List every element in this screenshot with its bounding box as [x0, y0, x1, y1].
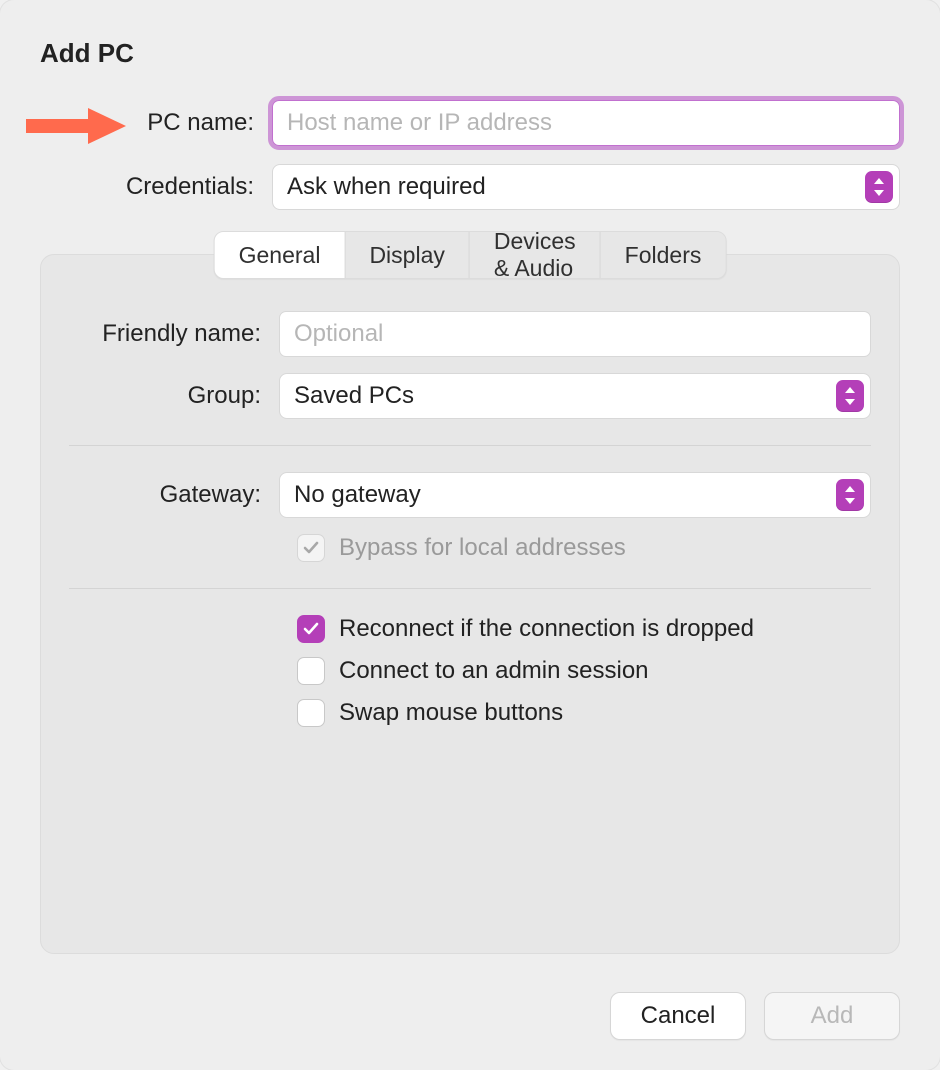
- tab-general[interactable]: General: [215, 232, 346, 278]
- reconnect-label: Reconnect if the connection is dropped: [339, 615, 754, 643]
- tab-display[interactable]: Display: [345, 232, 469, 278]
- bypass-label: Bypass for local addresses: [339, 534, 626, 562]
- cancel-button[interactable]: Cancel: [610, 992, 746, 1040]
- dialog-title: Add PC: [40, 38, 134, 69]
- friendly-name-label: Friendly name:: [69, 320, 279, 348]
- pc-name-label: PC name:: [40, 109, 272, 137]
- pc-name-input[interactable]: [272, 100, 900, 146]
- updown-icon: [836, 380, 864, 412]
- gateway-label: Gateway:: [69, 481, 279, 509]
- swap-mouse-label: Swap mouse buttons: [339, 699, 563, 727]
- updown-icon: [836, 479, 864, 511]
- add-button[interactable]: Add: [764, 992, 900, 1040]
- dialog-footer: Cancel Add: [610, 992, 900, 1040]
- admin-session-checkbox[interactable]: [297, 657, 325, 685]
- divider: [69, 588, 871, 589]
- divider: [69, 445, 871, 446]
- admin-session-label: Connect to an admin session: [339, 657, 649, 685]
- gateway-select[interactable]: No gateway: [279, 472, 871, 518]
- group-select[interactable]: Saved PCs: [279, 373, 871, 419]
- updown-icon: [865, 171, 893, 203]
- tab-bar: General Display Devices & Audio Folders: [214, 231, 727, 279]
- bypass-checkbox: [297, 534, 325, 562]
- tab-folders[interactable]: Folders: [601, 232, 726, 278]
- swap-mouse-checkbox[interactable]: [297, 699, 325, 727]
- tab-devices-audio[interactable]: Devices & Audio: [470, 232, 601, 278]
- add-pc-dialog: Add PC PC name: Credentials: Ask when re…: [0, 0, 940, 1070]
- reconnect-checkbox[interactable]: [297, 615, 325, 643]
- top-form: PC name: Credentials: Ask when required: [40, 100, 900, 228]
- group-value: Saved PCs: [294, 382, 414, 410]
- group-label: Group:: [69, 382, 279, 410]
- credentials-label: Credentials:: [40, 173, 272, 201]
- general-panel: Friendly name: Group: Saved PCs Gateway:…: [69, 311, 871, 933]
- friendly-name-input[interactable]: [279, 311, 871, 357]
- credentials-value: Ask when required: [287, 173, 486, 201]
- credentials-select[interactable]: Ask when required: [272, 164, 900, 210]
- tab-panel: General Display Devices & Audio Folders …: [40, 254, 900, 954]
- gateway-value: No gateway: [294, 481, 421, 509]
